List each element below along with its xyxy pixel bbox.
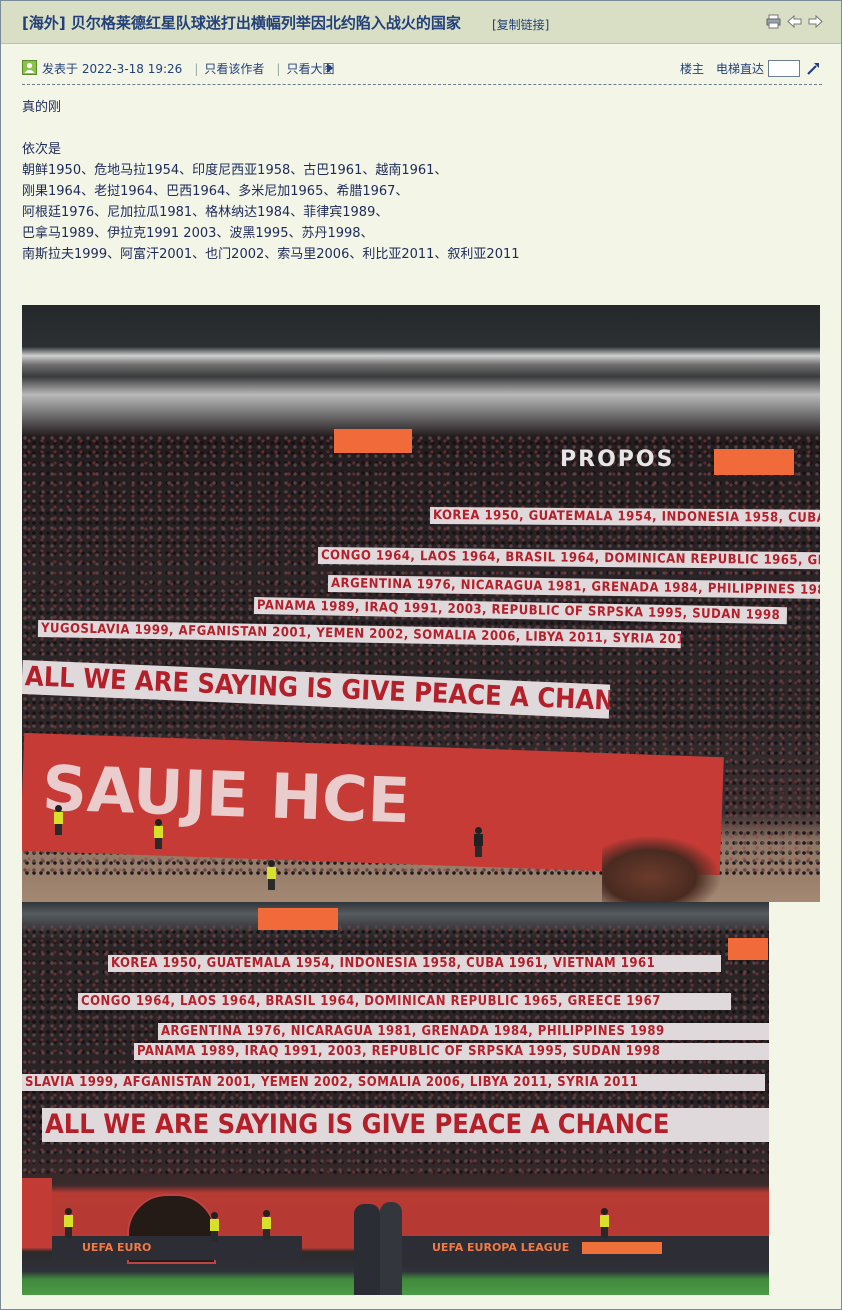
ad-board-text: UEFA EUROPA LEAGUE (432, 1241, 570, 1254)
post-list-line: 南斯拉夫1999、阿富汗2001、也门2002、索马里2006、利比亚2011、… (22, 247, 520, 262)
post-list-line: 朝鲜1950、危地马拉1954、印度尼西亚1958、古巴1961、越南1961、 (22, 163, 448, 178)
user-online-icon (22, 60, 37, 75)
post-frame: [海外] 贝尔格莱德红星队球迷打出横幅列举因北约陷入战火的国家 [复制链接] 发… (0, 0, 842, 1310)
post-content: 真的刚 依次是 朝鲜1950、危地马拉1954、印度尼西亚1958、古巴1961… (22, 97, 822, 265)
arrow-left-icon[interactable] (787, 14, 802, 29)
red-flag-edge (22, 1178, 52, 1248)
print-icon[interactable] (766, 14, 781, 29)
ad-board-text: UEFA EURO (82, 1241, 152, 1254)
steward (154, 819, 163, 849)
hand-foreground (602, 835, 722, 902)
banner-text: CONGO 1964, LAOS 1964, BRASIL 1964, DOMI… (78, 993, 731, 1010)
steward (262, 1210, 271, 1240)
steward (64, 1208, 73, 1238)
stadium-photo-2[interactable]: KOREA 1950, GUATEMALA 1954, INDONESIA 19… (22, 902, 769, 1295)
title-toolbar (766, 14, 823, 29)
banner-text: SLAVIA 1999, AFGANISTAN 2001, YEMEN 2002… (22, 1074, 765, 1091)
post-list-line: 阿根廷1976、尼加拉瓜1981、格林纳达1984、菲律宾1989、 (22, 205, 389, 220)
divider: | (194, 62, 199, 76)
floor-owner-label: 楼主 (679, 61, 704, 76)
person (380, 1202, 402, 1295)
stand-light (714, 449, 794, 475)
banner-text: KOREA 1950, GUATEMALA 1954, INDONESIA 19… (108, 955, 721, 972)
steward (267, 860, 276, 890)
post-text-line: 真的刚 (22, 100, 62, 115)
post-meta-right: 楼主 电梯直达 (680, 57, 822, 79)
post-time: 发表于 2022-3-18 19:26 (42, 62, 183, 76)
divider-dashed (22, 84, 822, 85)
banner-text: PANAMA 1989, IRAQ 1991, 2003, REPUBLIC O… (134, 1043, 769, 1060)
triangle-right-icon[interactable] (327, 63, 333, 73)
banner-text: ALL WE ARE SAYING IS GIVE PEACE A CHANCE (42, 1108, 769, 1142)
stand-light (728, 938, 768, 960)
only-author-link[interactable]: 只看该作者 (204, 62, 264, 76)
arrow-right-icon[interactable] (808, 14, 823, 29)
jump-icon[interactable] (806, 60, 822, 76)
person (474, 827, 483, 857)
divider: | (276, 62, 281, 76)
stadium-photo-1[interactable]: PROPOS KOREA 1950, GUATEMALA 1954, INDON… (22, 305, 820, 902)
post-meta-bar: 发表于 2022-3-18 19:26 | 只看该作者 | 只看大图 楼主 电梯直达 (22, 57, 822, 79)
post-meta-left: 发表于 2022-3-18 19:26 | 只看该作者 | 只看大图 (42, 60, 340, 77)
banner-text: ARGENTINA 1976, NICARAGUA 1981, GRENADA … (158, 1023, 769, 1040)
stand-light (334, 429, 412, 453)
steward (54, 805, 63, 835)
post-list-line: 巴拿马1989、伊拉克1991 2003、波黑1995、苏丹1998、 (22, 226, 374, 241)
steward (600, 1208, 609, 1238)
post-list-line: 刚果1964、老挝1964、巴西1964、多米尼加1965、希腊1967、 (22, 184, 409, 199)
banner-text: KOREA 1950, GUATEMALA 1954, INDONESIA 19… (429, 507, 820, 527)
ad-board-stripe (582, 1242, 662, 1254)
floor-number-input[interactable] (768, 59, 800, 77)
thread-title[interactable]: [海外] 贝尔格莱德红星队球迷打出横幅列举因北约陷入战火的国家 (22, 12, 461, 33)
stand-sign: PROPOS (560, 447, 675, 472)
post-text-line: 依次是 (22, 142, 62, 157)
stand-light (258, 908, 338, 930)
steward (210, 1212, 219, 1242)
person (354, 1204, 380, 1295)
copy-link-button[interactable]: [复制链接] (492, 16, 549, 33)
thread-title-bar: [海外] 贝尔格莱德红星队球迷打出横幅列举因北约陷入战火的国家 [复制链接] (1, 1, 841, 44)
elevator-label: 电梯直达 (715, 61, 764, 76)
